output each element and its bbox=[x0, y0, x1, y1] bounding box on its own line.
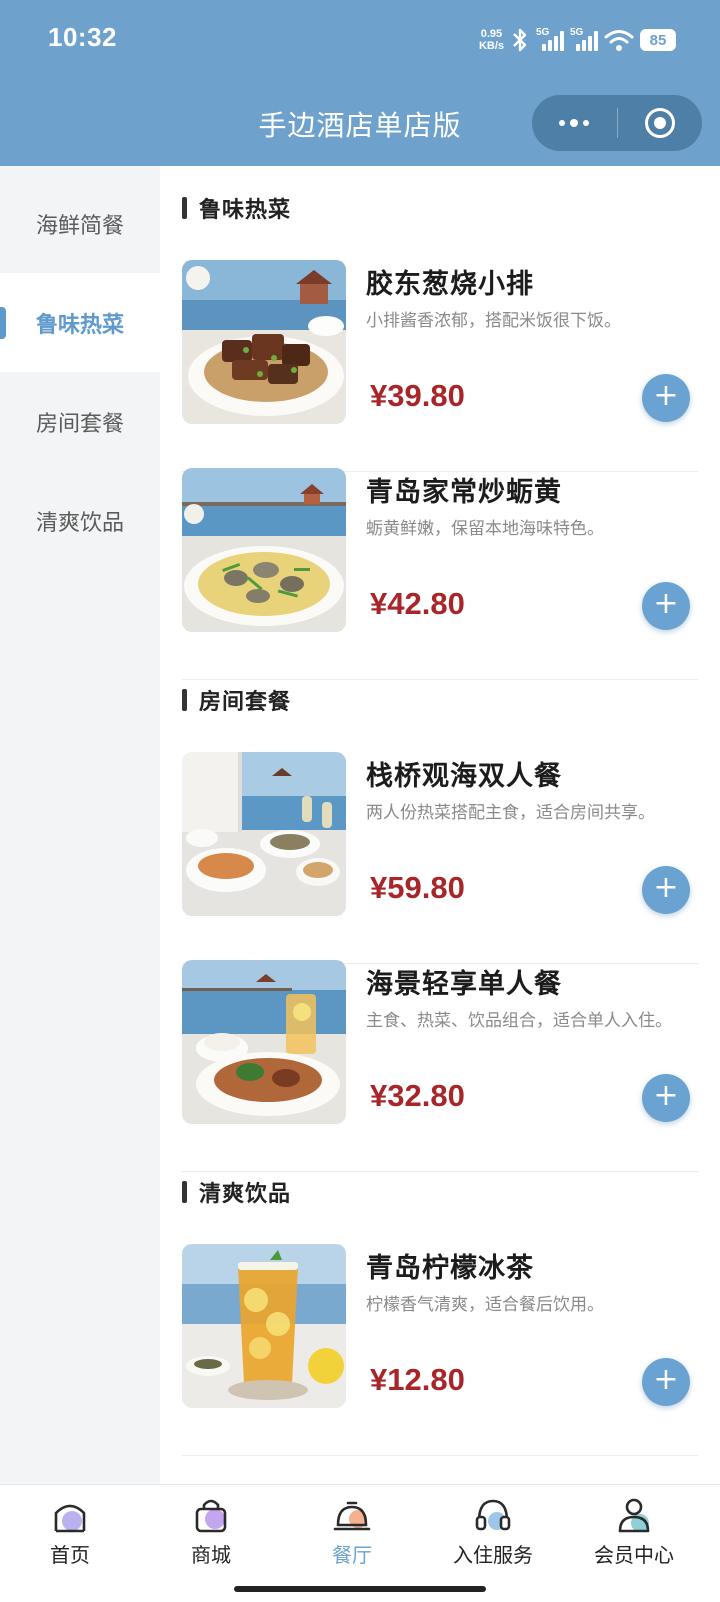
category-sidebar: 海鲜简餐 鲁味热菜 房间套餐 清爽饮品 bbox=[0, 166, 160, 1484]
tab-checkin-service[interactable]: 入住服务 bbox=[433, 1495, 553, 1568]
wifi-icon bbox=[604, 30, 634, 51]
section-header: 房间套餐 bbox=[182, 684, 291, 716]
dish-price: ¥12.80 bbox=[370, 1362, 465, 1397]
net-speed-unit: KB/s bbox=[478, 40, 504, 52]
dish-card[interactable]: 胶东葱烧小排 小排酱香浓郁，搭配米饭很下饭。 ¥39.80 + bbox=[182, 260, 698, 472]
signal-icon: 5G bbox=[570, 27, 598, 51]
add-to-cart-button[interactable]: + bbox=[642, 582, 690, 630]
sidebar-item-drinks[interactable]: 清爽饮品 bbox=[0, 471, 160, 570]
more-dots-icon[interactable] bbox=[532, 95, 617, 151]
headset-icon bbox=[475, 1499, 511, 1531]
dish-desc: 两人份热菜搭配主食，适合房间共享。 bbox=[366, 803, 655, 823]
home-indicator[interactable] bbox=[234, 1586, 486, 1592]
dish-card[interactable]: 青岛柠檬冰茶 柠檬香气清爽，适合餐后饮用。 ¥12.80 + bbox=[182, 1244, 698, 1456]
home-icon bbox=[54, 1504, 86, 1533]
tab-member-center[interactable]: 会员中心 bbox=[574, 1495, 694, 1568]
member-icon bbox=[618, 1498, 650, 1533]
dish-price: ¥39.80 bbox=[370, 378, 465, 413]
dish-name: 青岛柠檬冰茶 bbox=[366, 1253, 534, 1284]
lemon-iced-tea-photo bbox=[182, 1244, 346, 1408]
section-title: 清爽饮品 bbox=[199, 1182, 292, 1207]
mini-program-capsule bbox=[532, 95, 702, 151]
tab-mall[interactable]: 商城 bbox=[151, 1495, 271, 1568]
set-meal-for-two-photo bbox=[182, 752, 346, 916]
add-to-cart-button[interactable]: + bbox=[642, 1358, 690, 1406]
dish-card[interactable]: 海景轻享单人餐 主食、热菜、饮品组合，适合单人入住。 ¥32.80 + bbox=[182, 960, 698, 1172]
dish-card[interactable]: 栈桥观海双人餐 两人份热菜搭配主食，适合房间共享。 ¥59.80 + bbox=[182, 752, 698, 964]
add-to-cart-button[interactable]: + bbox=[642, 866, 690, 914]
dish-desc: 蛎黄鲜嫩，保留本地海味特色。 bbox=[366, 519, 604, 539]
section-header: 清爽饮品 bbox=[182, 1176, 291, 1208]
dish-price: ¥42.80 bbox=[370, 586, 465, 621]
restaurant-bell-icon bbox=[333, 1501, 371, 1531]
bluetooth-icon bbox=[513, 28, 527, 52]
dish-price: ¥32.80 bbox=[370, 1078, 465, 1113]
set-meal-for-one-photo bbox=[182, 960, 346, 1124]
dish-desc: 主食、热菜、饮品组合，适合单人入住。 bbox=[366, 1011, 672, 1031]
close-target-icon[interactable] bbox=[618, 95, 703, 151]
battery-icon: 85 bbox=[640, 29, 676, 51]
section-header: 鲁味热菜 bbox=[182, 192, 291, 224]
fried-oyster-photo bbox=[182, 468, 346, 632]
bottom-tab-bar: 首页 商城 餐厅 入住服务 会员中心 bbox=[0, 1484, 720, 1602]
section-title: 鲁味热菜 bbox=[199, 198, 292, 223]
sidebar-item-lu-hot-dishes[interactable]: 鲁味热菜 bbox=[0, 273, 160, 372]
shopping-bag-icon bbox=[195, 1499, 227, 1533]
app-header: 10:32 0.95 KB/s 5G 5G 85 手边酒店单店版 bbox=[0, 0, 720, 166]
section-title: 房间套餐 bbox=[199, 690, 292, 715]
tab-home[interactable]: 首页 bbox=[10, 1495, 130, 1568]
menu-list[interactable]: 鲁味热菜 胶东葱烧小排 小排酱香浓郁，搭配米饭很下饭。 ¥39.80 + 青岛家… bbox=[160, 166, 720, 1484]
dish-name: 青岛家常炒蛎黄 bbox=[366, 477, 562, 508]
sidebar-item-room-sets[interactable]: 房间套餐 bbox=[0, 372, 160, 471]
signal-label: 5G bbox=[536, 27, 550, 38]
tab-label: 餐厅 bbox=[332, 1543, 372, 1567]
dish-price: ¥59.80 bbox=[370, 870, 465, 905]
sidebar-item-seafood[interactable]: 海鲜简餐 bbox=[0, 174, 160, 273]
add-to-cart-button[interactable]: + bbox=[642, 374, 690, 422]
net-speed-value: 0.95 bbox=[480, 28, 503, 40]
tab-label: 首页 bbox=[50, 1543, 90, 1567]
tab-label: 会员中心 bbox=[594, 1543, 674, 1567]
dish-desc: 小排酱香浓郁，搭配米饭很下饭。 bbox=[366, 311, 621, 331]
braised-ribs-photo bbox=[182, 260, 346, 424]
net-speed: 0.95 KB/s bbox=[479, 28, 504, 52]
tab-label: 商城 bbox=[191, 1543, 231, 1567]
signal-label: 5G bbox=[570, 27, 584, 38]
tab-restaurant[interactable]: 餐厅 bbox=[292, 1495, 412, 1568]
status-time: 10:32 bbox=[48, 22, 117, 52]
dish-name: 栈桥观海双人餐 bbox=[366, 761, 562, 792]
status-icons: 0.95 KB/s 5G 5G 85 bbox=[479, 24, 676, 56]
add-to-cart-button[interactable]: + bbox=[642, 1074, 690, 1122]
tab-label: 入住服务 bbox=[453, 1543, 533, 1567]
dish-name: 胶东葱烧小排 bbox=[366, 269, 534, 300]
dish-card[interactable]: 青岛家常炒蛎黄 蛎黄鲜嫩，保留本地海味特色。 ¥42.80 + bbox=[182, 468, 698, 680]
dish-desc: 柠檬香气清爽，适合餐后饮用。 bbox=[366, 1295, 604, 1315]
signal-icon: 5G bbox=[536, 27, 564, 51]
dish-name: 海景轻享单人餐 bbox=[366, 969, 562, 1000]
